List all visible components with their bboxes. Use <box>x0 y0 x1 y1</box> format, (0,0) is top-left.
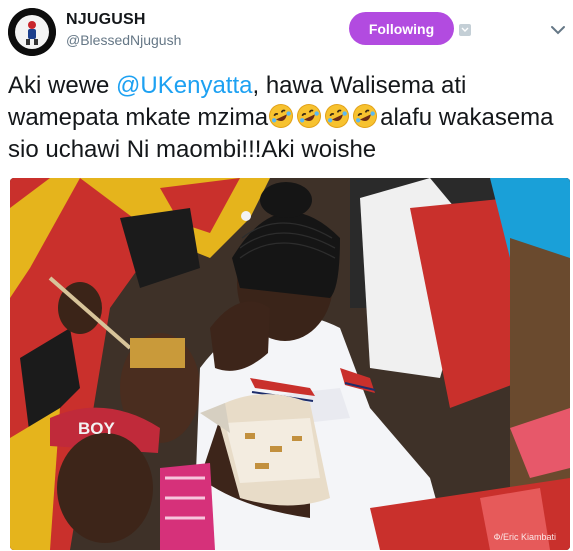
photo-credit: Ф/Eric Kiambati <box>493 532 556 542</box>
following-button[interactable]: Following <box>349 12 454 45</box>
cap-text: BOY <box>78 419 116 438</box>
photo-woman-crying-holding-bread: BOY <box>10 178 570 550</box>
mention-link[interactable]: @UKenyatta <box>116 72 252 99</box>
user-handle[interactable]: @BlessedNjugush <box>66 32 181 48</box>
display-name[interactable]: NJUGUSH <box>66 11 146 29</box>
tweet-header: NJUGUSH @BlessedNjugush Following <box>0 0 573 62</box>
muted-account-icon <box>459 24 471 36</box>
chevron-down-icon[interactable] <box>550 24 566 36</box>
tweet-photo[interactable]: BOY Ф/Eric Kiambati <box>10 178 570 550</box>
rolling-on-the-floor-laughing-emoji <box>296 104 324 131</box>
rolling-on-the-floor-laughing-emoji <box>352 104 380 131</box>
tweet-text-part: Aki wewe <box>8 72 117 99</box>
rolling-on-the-floor-laughing-emoji <box>324 104 352 131</box>
tweet-text: Aki wewe @UKenyatta, hawa Walisema ati w… <box>8 70 568 166</box>
rolling-on-the-floor-laughing-emoji <box>268 104 296 131</box>
profile-avatar-icon[interactable] <box>8 8 56 56</box>
